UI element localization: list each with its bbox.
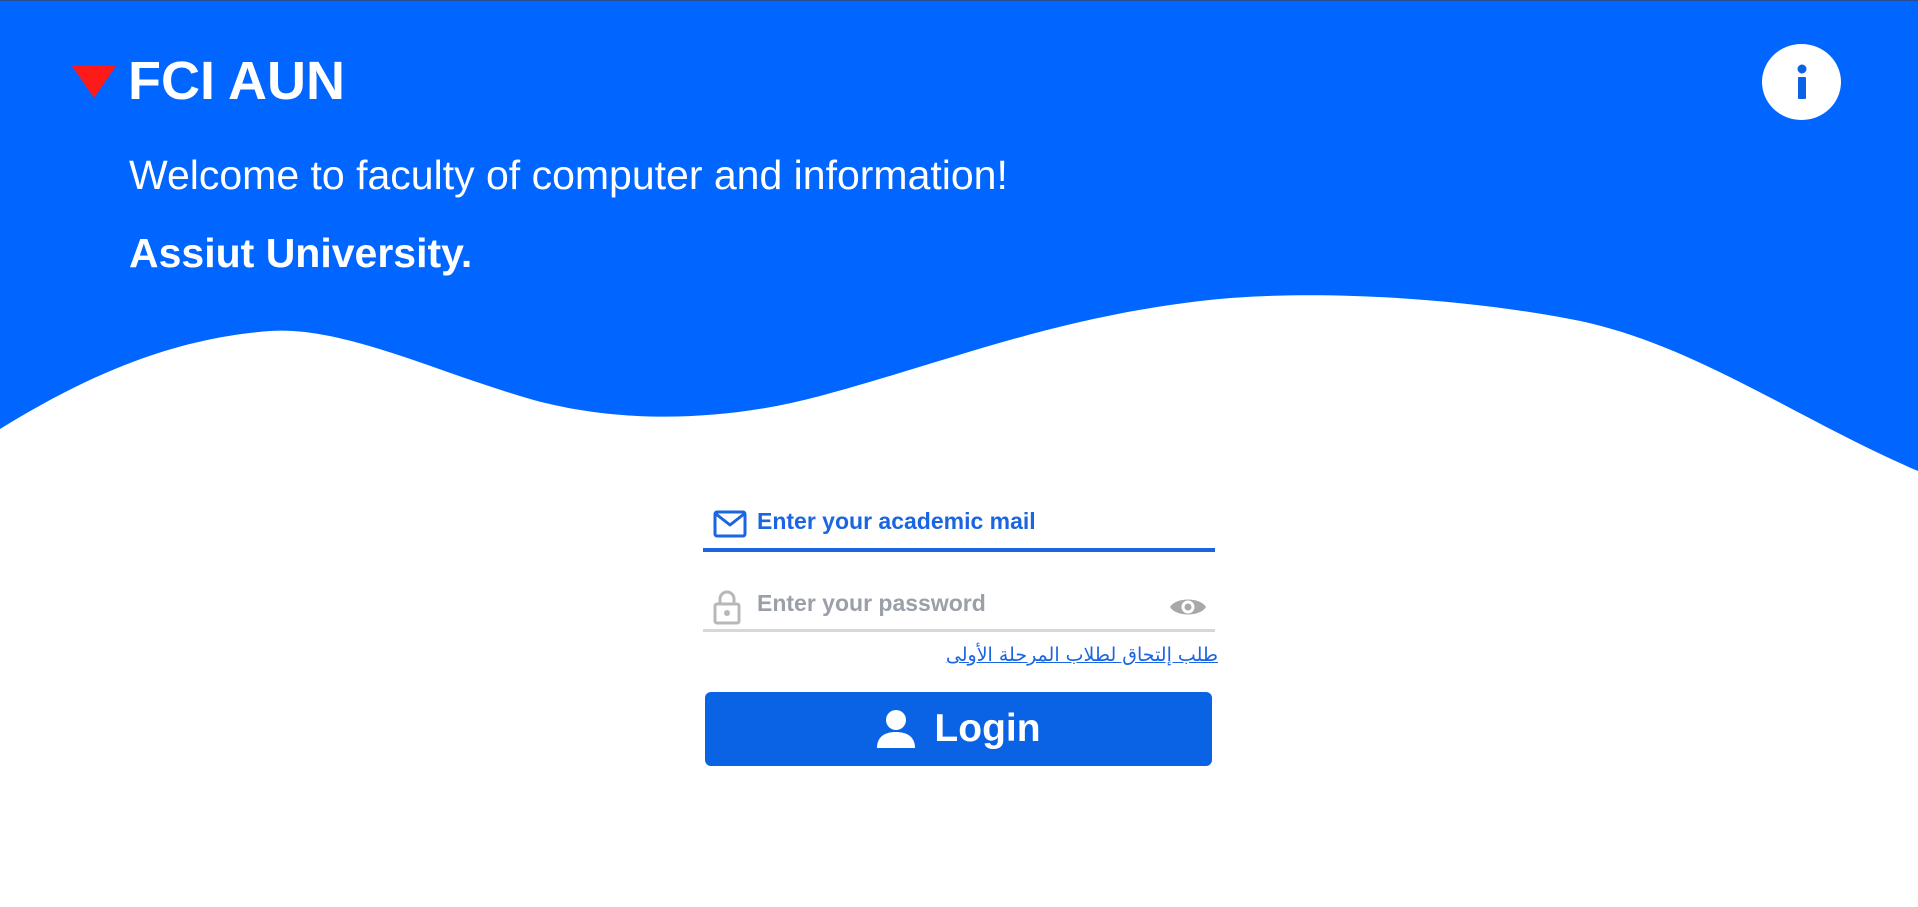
site-logo[interactable]: FCI AUN <box>72 51 345 111</box>
user-icon <box>877 710 916 748</box>
first-year-enrollment-link[interactable]: طلب إلتحاق لطلاب المرحلة الأولى <box>703 644 1218 666</box>
login-form: طلب إلتحاق لطلاب المرحلة الأولى Login <box>703 498 1218 766</box>
info-icon <box>1797 64 1806 99</box>
lock-icon <box>713 590 741 625</box>
info-button[interactable] <box>1762 44 1841 120</box>
email-field <box>703 498 1215 552</box>
password-input[interactable] <box>757 580 1137 626</box>
eye-icon[interactable] <box>1169 595 1207 619</box>
email-input[interactable] <box>757 498 1137 544</box>
login-button-label: Login <box>934 707 1041 750</box>
university-name: Assiut University. <box>129 230 473 276</box>
login-button[interactable]: Login <box>705 692 1212 766</box>
password-field <box>703 578 1215 632</box>
logo-text: FCI AUN <box>128 51 345 111</box>
welcome-heading: Welcome to faculty of computer and infor… <box>129 152 1008 198</box>
logo-triangle-icon <box>72 66 116 98</box>
mail-icon <box>713 510 747 538</box>
login-page: FCI AUN Welcome to faculty of computer a… <box>0 0 1918 907</box>
